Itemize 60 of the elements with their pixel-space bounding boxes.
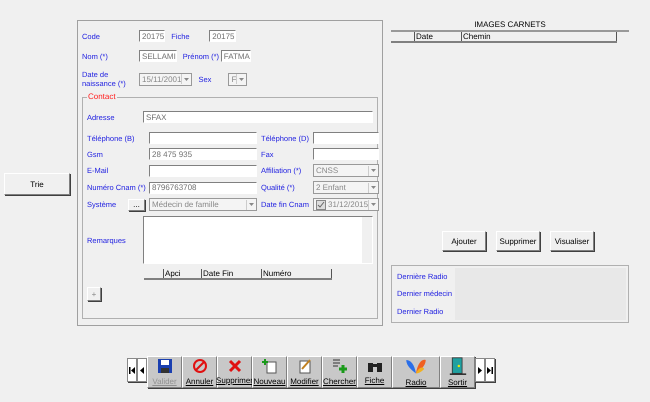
dropdown-field[interactable]: 2 Enfant [313, 181, 380, 194]
remarks-text-area[interactable] [143, 216, 373, 264]
caret-icon [371, 186, 376, 189]
image-action-button[interactable]: Visualiser [550, 231, 594, 251]
door-exit-icon [448, 357, 468, 375]
previous-record-button[interactable] [137, 358, 147, 382]
list-plus-icon [332, 358, 348, 374]
dropdown-field[interactable]: CNSS [313, 164, 380, 177]
text-field[interactable]: 20175 [139, 30, 166, 42]
toolbar-button[interactable]: Sortir [440, 356, 475, 388]
first-record-button[interactable] [127, 358, 137, 382]
text-field[interactable] [149, 132, 257, 144]
toolbar-button[interactable]: Nouveau [252, 356, 287, 388]
browse-button[interactable]: ... [128, 198, 145, 210]
toolbar-button[interactable]: Modifier [287, 356, 322, 388]
text-field[interactable] [149, 164, 257, 176]
toolbar-button[interactable]: Radio [392, 356, 440, 388]
sort-button[interactable]: Trie [4, 173, 70, 195]
caret-icon [239, 78, 244, 80]
text-field[interactable]: 20175 [209, 30, 236, 42]
last-record-icon [487, 366, 493, 374]
image-action-button[interactable]: Ajouter [442, 231, 486, 251]
next-icon [478, 366, 482, 374]
caret-icon [371, 203, 376, 206]
text-field[interactable]: SFAX [143, 111, 373, 123]
edit-document-icon [296, 358, 312, 374]
text-field[interactable]: SELLAMI [139, 50, 177, 62]
caret-icon [371, 169, 376, 172]
dropdown-field[interactable]: 15/11/2001 [139, 72, 192, 86]
dropdown-field[interactable]: Médecin de famille [149, 198, 257, 211]
toolbar-button[interactable]: Supprimer [217, 356, 252, 388]
last-record-button[interactable] [485, 358, 495, 382]
column-header: Date [415, 32, 462, 41]
text-field[interactable] [313, 148, 380, 160]
text-field[interactable]: 28 475 935 [149, 148, 257, 160]
text-field[interactable] [313, 132, 380, 144]
add-button[interactable]: + [87, 287, 101, 301]
column-header: Numéro [262, 269, 332, 278]
dropdown-field[interactable]: F [228, 72, 248, 86]
toolbar-button[interactable]: Fiche [357, 356, 392, 388]
next-record-button[interactable] [475, 358, 485, 382]
column-header: Chemin [462, 32, 617, 41]
caret-icon [249, 203, 254, 206]
text-field[interactable]: 8796763708 [149, 182, 257, 194]
cross-icon [228, 359, 242, 373]
image-action-button[interactable]: Supprimer [496, 231, 540, 251]
toolbar-button[interactable]: Annuler [182, 356, 217, 388]
checkbox[interactable] [316, 200, 326, 210]
column-header: Date Fin [202, 269, 262, 278]
toolbar-button[interactable]: Chercher [322, 356, 357, 388]
new-document-icon [262, 358, 278, 374]
text-field[interactable]: FATMA [220, 50, 251, 62]
table-title: IMAGES CARNETS [391, 20, 629, 32]
group-title: Contact [87, 92, 117, 101]
date-picker-field[interactable]: 31/12/2015 [313, 198, 380, 211]
column-header: Apci [164, 269, 202, 278]
previous-icon [140, 366, 144, 374]
prohibited-icon [192, 358, 208, 374]
first-record-icon [129, 366, 135, 374]
caret-icon [184, 78, 190, 80]
